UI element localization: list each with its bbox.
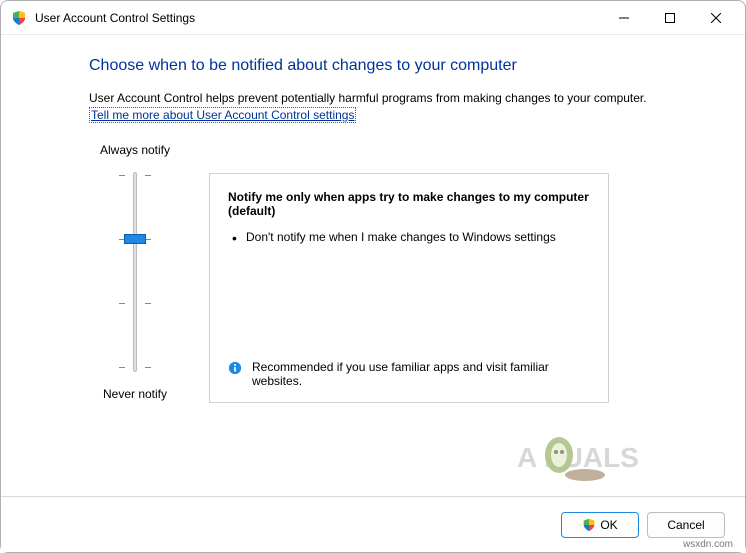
info-bullet: Don't notify me when I make changes to W… [246,228,590,246]
cancel-label: Cancel [667,518,704,532]
close-button[interactable] [693,2,739,34]
learn-more-link[interactable]: Tell me more about User Account Control … [89,107,356,123]
slider-area: Always notify Never notify Notify me onl… [89,143,705,403]
page-heading: Choose when to be notified about changes… [89,57,705,75]
attribution-text: wsxdn.com [683,539,733,550]
recommendation-text: Recommended if you use familiar apps and… [252,360,590,388]
page-description: User Account Control helps prevent poten… [89,91,705,105]
info-title: Notify me only when apps try to make cha… [228,190,590,218]
cancel-button[interactable]: Cancel [647,512,725,538]
slider-thumb[interactable] [124,234,146,244]
content-area: Choose when to be notified about changes… [1,35,745,496]
slider-bottom-label: Never notify [103,387,167,401]
info-bullets: Don't notify me when I make changes to W… [228,228,590,246]
notification-info-panel: Notify me only when apps try to make cha… [209,173,609,403]
info-icon [228,361,242,375]
uac-shield-icon [582,518,596,532]
slider-top-label: Always notify [100,143,170,157]
uac-shield-icon [11,10,27,26]
ok-label: OK [600,518,617,532]
dialog-footer: OK Cancel wsxdn.com [1,496,745,552]
uac-settings-window: User Account Control Settings Choose whe… [0,0,746,553]
info-recommendation: Recommended if you use familiar apps and… [228,348,590,388]
titlebar: User Account Control Settings [1,1,745,35]
window-title: User Account Control Settings [35,11,601,25]
ok-button[interactable]: OK [561,512,639,538]
notify-slider-column: Always notify Never notify [89,143,181,401]
minimize-button[interactable] [601,2,647,34]
notify-slider[interactable] [105,167,165,377]
maximize-button[interactable] [647,2,693,34]
slider-track [133,172,137,372]
